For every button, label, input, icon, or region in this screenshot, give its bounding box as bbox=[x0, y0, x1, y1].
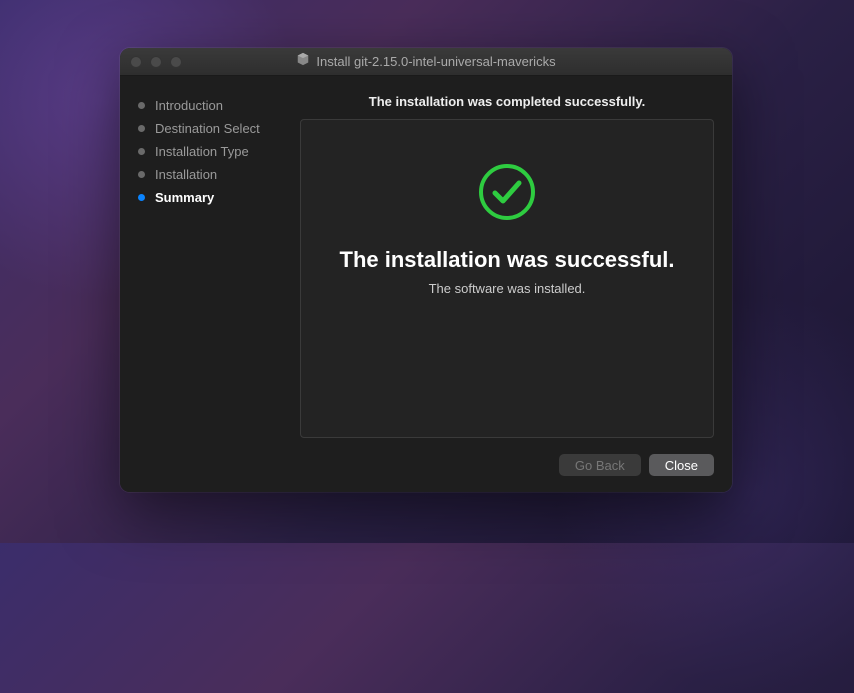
titlebar[interactable]: Install git-2.15.0-intel-universal-maver… bbox=[120, 48, 732, 76]
footer: Go Back Close bbox=[120, 438, 732, 492]
success-title: The installation was successful. bbox=[340, 247, 675, 273]
step-label: Destination Select bbox=[155, 121, 260, 136]
success-box: The installation was successful. The sof… bbox=[300, 119, 714, 438]
step-label: Installation bbox=[155, 167, 217, 182]
window-title: Install git-2.15.0-intel-universal-maver… bbox=[316, 54, 555, 69]
step-bullet-icon bbox=[138, 194, 145, 201]
traffic-lights bbox=[120, 56, 182, 68]
status-heading: The installation was completed successfu… bbox=[300, 94, 714, 109]
window-minimize-button[interactable] bbox=[150, 56, 162, 68]
package-icon bbox=[296, 52, 310, 71]
window-close-button[interactable] bbox=[130, 56, 142, 68]
step-label: Installation Type bbox=[155, 144, 249, 159]
step-introduction: Introduction bbox=[138, 94, 300, 117]
step-bullet-icon bbox=[138, 148, 145, 155]
close-button[interactable]: Close bbox=[649, 454, 714, 476]
success-checkmark-icon bbox=[477, 162, 537, 227]
step-bullet-icon bbox=[138, 125, 145, 132]
installer-window: Install git-2.15.0-intel-universal-maver… bbox=[120, 48, 732, 492]
step-label: Introduction bbox=[155, 98, 223, 113]
window-zoom-button[interactable] bbox=[170, 56, 182, 68]
step-summary: Summary bbox=[138, 186, 300, 209]
main-panel: The installation was completed successfu… bbox=[300, 76, 732, 438]
success-subtitle: The software was installed. bbox=[429, 281, 586, 296]
step-bullet-icon bbox=[138, 102, 145, 109]
step-installation-type: Installation Type bbox=[138, 140, 300, 163]
step-bullet-icon bbox=[138, 171, 145, 178]
step-installation: Installation bbox=[138, 163, 300, 186]
steps-sidebar: Introduction Destination Select Installa… bbox=[120, 76, 300, 438]
step-label: Summary bbox=[155, 190, 214, 205]
step-destination-select: Destination Select bbox=[138, 117, 300, 140]
go-back-button[interactable]: Go Back bbox=[559, 454, 641, 476]
